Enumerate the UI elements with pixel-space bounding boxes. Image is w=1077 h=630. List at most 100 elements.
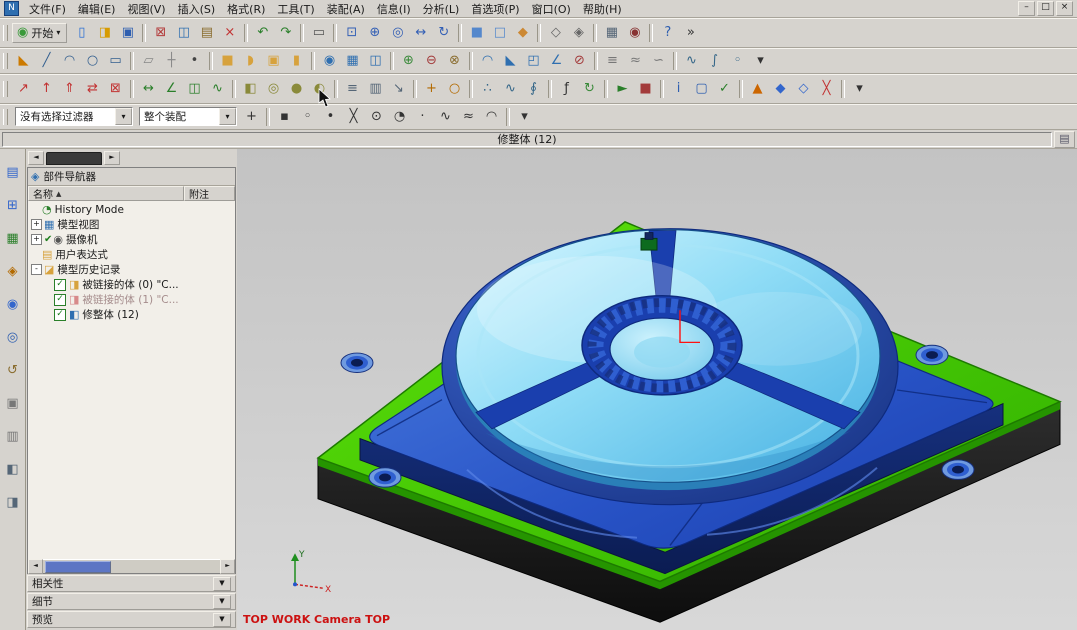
- toolbar-grip[interactable]: [3, 24, 8, 41]
- assembly-scope-combo[interactable]: 整个装配 ▾: [139, 107, 237, 126]
- offset-region-button[interactable]: ⇑: [58, 78, 81, 100]
- unite-button[interactable]: ⊕: [397, 50, 420, 72]
- direct-sketch-button[interactable]: ◣: [12, 50, 35, 72]
- datum-plane-button[interactable]: ▱: [137, 50, 160, 72]
- immediate-hide-button[interactable]: ●: [285, 78, 308, 100]
- menu-help[interactable]: 帮助(H): [577, 0, 628, 18]
- save-button[interactable]: ▣: [116, 22, 139, 44]
- cut-button[interactable]: ⊠: [149, 22, 172, 44]
- pull-face-button[interactable]: ↑: [35, 78, 58, 100]
- constraint-navigator-button[interactable]: ⊞: [1, 194, 24, 216]
- pan-button[interactable]: ↔: [409, 22, 432, 44]
- start-menu-button[interactable]: ◉ 开始 ▾: [12, 22, 68, 43]
- block-button[interactable]: ▣: [262, 50, 285, 72]
- scroll-right-icon[interactable]: ►: [220, 559, 235, 574]
- snapshot-button[interactable]: ◉: [623, 22, 646, 44]
- 3d-model[interactable]: [316, 221, 1062, 623]
- cavity-button[interactable]: ◇: [792, 78, 815, 100]
- history-palette-button[interactable]: ↺: [1, 359, 24, 381]
- offset-surface-button[interactable]: ∽: [647, 50, 670, 72]
- tree-item-history-mode[interactable]: ◔ History Mode: [28, 202, 235, 217]
- roles-button[interactable]: ◧: [1, 458, 24, 480]
- intersect-button[interactable]: ⊗: [443, 50, 466, 72]
- new-file-button[interactable]: ▯: [70, 22, 93, 44]
- examine-geometry-button[interactable]: ✓: [713, 78, 736, 100]
- edit-object-display-button[interactable]: ◧: [239, 78, 262, 100]
- toolbar-grip[interactable]: [3, 80, 8, 97]
- menu-file[interactable]: 文件(F): [23, 0, 72, 18]
- menu-assemblies[interactable]: 装配(A): [321, 0, 371, 18]
- graphics-viewport[interactable]: Y X TOP WORK Camera TOP: [237, 149, 1077, 630]
- hd3d-tools-button[interactable]: ◉: [1, 293, 24, 315]
- feature-checkbox[interactable]: ✓: [54, 293, 66, 306]
- helix-button[interactable]: ∮: [522, 78, 545, 100]
- expand-toggle[interactable]: -: [31, 264, 42, 275]
- print-button[interactable]: ▭: [307, 22, 330, 44]
- panel-bar-preview[interactable]: 预览 ▼: [27, 611, 236, 628]
- subtract-button[interactable]: ⊖: [420, 50, 443, 72]
- menu-analysis[interactable]: 分析(L): [417, 0, 466, 18]
- point-set-button[interactable]: ∴: [476, 78, 499, 100]
- expand-toggle[interactable]: +: [31, 234, 42, 245]
- open-file-button[interactable]: ◨: [93, 22, 116, 44]
- curvature-analysis-button[interactable]: ∿: [206, 78, 229, 100]
- copy-button[interactable]: ◫: [172, 22, 195, 44]
- maximize-button[interactable]: □: [1037, 1, 1054, 16]
- paste-button[interactable]: ▤: [195, 22, 218, 44]
- invert-shown-button[interactable]: ◐: [308, 78, 331, 100]
- 3d-scene[interactable]: Y X: [237, 149, 1077, 630]
- menu-tools[interactable]: 工具(T): [271, 0, 320, 18]
- replace-face-button[interactable]: ⇄: [81, 78, 104, 100]
- control-point-button[interactable]: •: [319, 106, 342, 128]
- expand-toggle[interactable]: +: [31, 219, 42, 230]
- visible-in-view-button[interactable]: ▥: [364, 78, 387, 100]
- circle-button[interactable]: ○: [81, 50, 104, 72]
- wireframe-button[interactable]: □: [488, 22, 511, 44]
- menu-insert[interactable]: 插入(S): [172, 0, 222, 18]
- section-analysis-button[interactable]: ◫: [183, 78, 206, 100]
- information-button[interactable]: i: [667, 78, 690, 100]
- mirror-feature-button[interactable]: ◫: [364, 50, 387, 72]
- play-button[interactable]: ►: [611, 78, 634, 100]
- more-features-button[interactable]: ▾: [749, 50, 772, 72]
- trimetric-view-button[interactable]: ◈: [567, 22, 590, 44]
- through-curves-button[interactable]: ∿: [680, 50, 703, 72]
- scrollbar-thumb[interactable]: [45, 561, 111, 573]
- status-bar-icon[interactable]: ▤: [1054, 130, 1075, 148]
- tangent-point-button[interactable]: ◠: [480, 106, 503, 128]
- core-button[interactable]: ◆: [769, 78, 792, 100]
- end-point-button[interactable]: ▪: [273, 106, 296, 128]
- feature-checkbox[interactable]: ✓: [54, 278, 66, 291]
- system-materials-button[interactable]: ◨: [1, 491, 24, 513]
- revolve-button[interactable]: ◗: [239, 50, 262, 72]
- move-to-layer-button[interactable]: ↘: [387, 78, 410, 100]
- tree-item-linked-body-1[interactable]: ✓ ◨ 被链接的体 (1) "C...: [28, 292, 235, 307]
- menu-preferences[interactable]: 首选项(P): [465, 0, 525, 18]
- studio-spline-button[interactable]: ∿: [499, 78, 522, 100]
- pattern-feature-button[interactable]: ▦: [341, 50, 364, 72]
- navigator-tab-handle[interactable]: [46, 151, 102, 165]
- fit-view-button[interactable]: ⊡: [340, 22, 363, 44]
- column-header-comment[interactable]: 附注: [184, 186, 235, 201]
- show-hide-button[interactable]: ◎: [262, 78, 285, 100]
- arc-button[interactable]: ◠: [58, 50, 81, 72]
- wcs-orient-button[interactable]: ○: [443, 78, 466, 100]
- redo-button[interactable]: ↷: [274, 22, 297, 44]
- manage-palette-button[interactable]: ▥: [1, 425, 24, 447]
- cylinder-button[interactable]: ▮: [285, 50, 308, 72]
- assembly-navigator-button[interactable]: ▤: [1, 161, 24, 183]
- menu-edit[interactable]: 编辑(E): [72, 0, 122, 18]
- studio-render-button[interactable]: ◆: [511, 22, 534, 44]
- tab-forward-button[interactable]: ►: [104, 151, 120, 165]
- mold-wizard-button[interactable]: ▲: [746, 78, 769, 100]
- selection-filter-combo[interactable]: 没有选择过滤器 ▾: [15, 107, 133, 126]
- chevron-down-icon[interactable]: ▼: [213, 612, 231, 627]
- web-browser-button[interactable]: ◎: [1, 326, 24, 348]
- process-studio-button[interactable]: ▣: [1, 392, 24, 414]
- minimize-button[interactable]: –: [1018, 1, 1035, 16]
- chamfer-button[interactable]: ◣: [499, 50, 522, 72]
- datum-axis-button[interactable]: ┼: [160, 50, 183, 72]
- boundary-button[interactable]: ▢: [690, 78, 713, 100]
- rectangle-button[interactable]: ▭: [104, 50, 127, 72]
- expression-button[interactable]: ƒ: [555, 78, 578, 100]
